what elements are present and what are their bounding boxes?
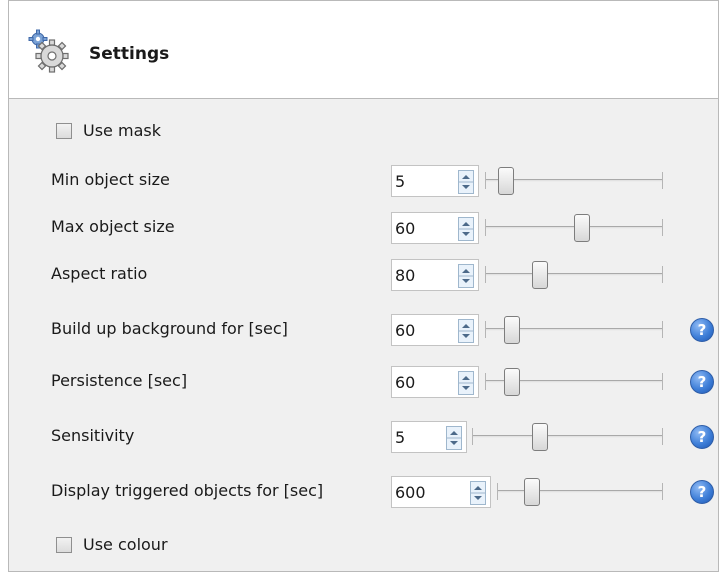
spin-down-icon[interactable] [462, 279, 470, 283]
spin-arrows[interactable] [446, 426, 462, 450]
spin-up-icon[interactable] [474, 486, 482, 490]
panel-header: Settings [9, 1, 718, 99]
spinbox-value: 600 [395, 483, 426, 502]
help-icon[interactable]: ? [690, 480, 714, 504]
spin-down-icon[interactable] [462, 334, 470, 338]
slider-thumb[interactable] [498, 167, 514, 195]
slider-tick [662, 172, 663, 189]
value-slider[interactable] [485, 214, 663, 242]
setting-label: Build up background for [sec] [51, 319, 288, 338]
slider-tick [662, 219, 663, 236]
use-colour-label: Use colour [83, 535, 168, 554]
spin-up-icon[interactable] [462, 324, 470, 328]
slider-tick [485, 373, 486, 390]
settings-panel: Settings Use mask Use colour Min object … [8, 0, 719, 572]
spin-up-icon[interactable] [462, 222, 470, 226]
spin-down-icon[interactable] [450, 441, 458, 445]
spin-up-icon[interactable] [450, 431, 458, 435]
spin-arrows[interactable] [458, 319, 474, 343]
slider-track [497, 490, 663, 493]
spin-up-icon[interactable] [462, 376, 470, 380]
setting-label: Min object size [51, 170, 170, 189]
slider-thumb[interactable] [504, 316, 520, 344]
use-colour-checkbox[interactable] [56, 537, 72, 553]
spinbox-value: 60 [395, 373, 416, 392]
spin-arrows[interactable] [458, 170, 474, 194]
slider-tick [662, 483, 663, 500]
use-mask-checkbox[interactable] [56, 123, 72, 139]
slider-tick [662, 373, 663, 390]
slider-tick [662, 266, 663, 283]
value-spinbox[interactable]: 60 [391, 212, 479, 244]
slider-tick [485, 266, 486, 283]
help-icon[interactable]: ? [690, 318, 714, 342]
spin-arrows[interactable] [470, 481, 486, 505]
use-mask-label: Use mask [83, 121, 161, 140]
value-slider[interactable] [485, 167, 663, 195]
setting-label: Display triggered objects for [sec] [51, 481, 324, 500]
panel-title: Settings [89, 44, 170, 64]
spinbox-value: 60 [395, 321, 416, 340]
value-spinbox[interactable]: 60 [391, 314, 479, 346]
setting-label: Persistence [sec] [51, 371, 188, 390]
value-slider[interactable] [485, 261, 663, 289]
slider-tick [497, 483, 498, 500]
value-spinbox[interactable]: 5 [391, 165, 479, 197]
spinbox-value: 5 [395, 172, 406, 191]
spin-up-icon[interactable] [462, 175, 470, 179]
setting-label: Sensitivity [51, 426, 135, 445]
value-spinbox[interactable]: 60 [391, 366, 479, 398]
spin-up-icon[interactable] [462, 269, 470, 273]
value-slider[interactable] [497, 478, 663, 506]
setting-label: Aspect ratio [51, 264, 148, 283]
help-icon[interactable]: ? [690, 425, 714, 449]
slider-tick [472, 428, 473, 445]
value-spinbox[interactable]: 80 [391, 259, 479, 291]
slider-track [485, 273, 663, 276]
value-slider[interactable] [485, 368, 663, 396]
slider-track [472, 435, 663, 438]
value-slider[interactable] [485, 316, 663, 344]
value-slider[interactable] [472, 423, 663, 451]
spin-arrows[interactable] [458, 217, 474, 241]
slider-thumb[interactable] [524, 478, 540, 506]
setting-label: Max object size [51, 217, 175, 236]
slider-thumb[interactable] [532, 423, 548, 451]
slider-tick [485, 172, 486, 189]
value-spinbox[interactable]: 600 [391, 476, 491, 508]
slider-tick [662, 321, 663, 338]
spin-down-icon[interactable] [462, 185, 470, 189]
slider-thumb[interactable] [504, 368, 520, 396]
help-icon[interactable]: ? [690, 370, 714, 394]
spin-arrows[interactable] [458, 371, 474, 395]
slider-tick [662, 428, 663, 445]
gear-settings-icon [28, 29, 69, 73]
slider-thumb[interactable] [574, 214, 590, 242]
slider-thumb[interactable] [532, 261, 548, 289]
spinbox-value: 5 [395, 428, 406, 447]
spin-down-icon[interactable] [462, 386, 470, 390]
slider-tick [485, 321, 486, 338]
value-spinbox[interactable]: 5 [391, 421, 467, 453]
spin-down-icon[interactable] [474, 496, 482, 500]
spinbox-value: 60 [395, 219, 416, 238]
spinbox-value: 80 [395, 266, 416, 285]
slider-tick [485, 219, 486, 236]
spin-down-icon[interactable] [462, 232, 470, 236]
spin-arrows[interactable] [458, 264, 474, 288]
